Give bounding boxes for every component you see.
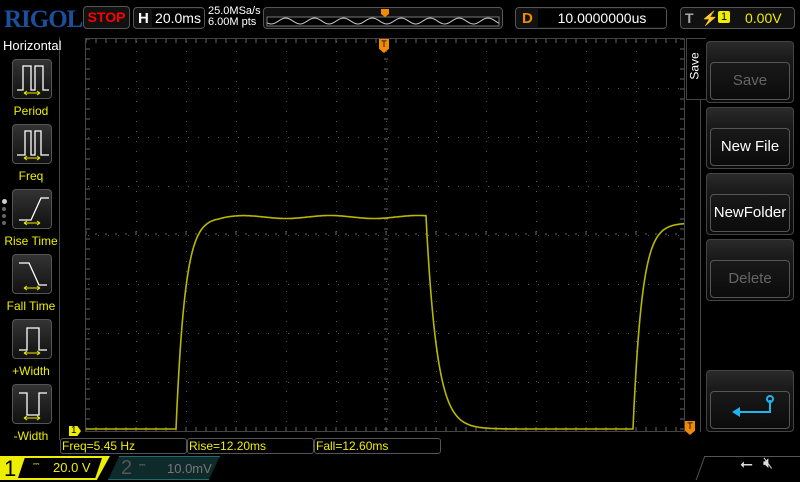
memory-overview[interactable] xyxy=(263,7,503,29)
save-menu-tab: Save xyxy=(686,38,706,100)
measure-label: Rise Time xyxy=(4,234,58,248)
period-icon xyxy=(17,65,49,96)
t-label: T xyxy=(685,10,694,26)
return-arrow-icon xyxy=(732,395,774,417)
trigger-level-marker[interactable]: T xyxy=(685,421,695,435)
delay-display[interactable]: D 10.0000000us xyxy=(515,7,667,29)
d-label: D xyxy=(522,10,533,27)
freq-icon xyxy=(17,130,49,161)
waveform-display xyxy=(85,38,685,431)
menu-page-indicator xyxy=(2,199,7,225)
run-stop-status[interactable]: STOP xyxy=(83,6,130,29)
ch1-status[interactable]: 1 ⎓ 20.0 V xyxy=(0,456,110,480)
measure--width-button[interactable] xyxy=(12,319,52,359)
measure-label: -Width xyxy=(13,429,49,443)
memory-depth: 6.00M pts xyxy=(208,16,257,28)
sound-muted-icon[interactable]: 🔇︎ xyxy=(763,455,773,473)
measure--width-button[interactable] xyxy=(12,384,52,424)
measure-label: +Width xyxy=(12,364,50,378)
fall-time-icon xyxy=(19,262,47,291)
ch1-ground-marker[interactable]: 1 xyxy=(69,426,81,436)
acquisition-info: 25.0MSa/s 6.00M pts xyxy=(208,6,261,28)
save-menu-title: Save xyxy=(687,52,702,80)
delay-value: 10.0000000us xyxy=(538,9,666,27)
dc-coupling-icon: ⎓ xyxy=(33,459,40,468)
measure-label: Fall Time xyxy=(6,299,56,313)
trigger-level: 0.00V xyxy=(745,10,782,26)
usb-icon: ⭠ xyxy=(740,456,753,473)
horizontal-measure-menu: Horizontal Period Freq Rise Time Fall Time +… xyxy=(0,37,62,443)
negative-width-icon xyxy=(19,392,47,421)
measurement-readout[interactable]: Fall=12.60ms xyxy=(314,438,441,454)
measure-period-button[interactable] xyxy=(12,59,52,99)
measurement-readout[interactable]: Freq=5.45 Hz xyxy=(60,438,187,454)
ch2-scale: 10.0mV xyxy=(167,461,212,476)
ch1-scale: 20.0 V xyxy=(53,460,91,475)
new-file-button[interactable]: New File xyxy=(706,107,794,169)
positive-width-icon xyxy=(19,327,47,356)
ch2-status[interactable]: 2 ⎓ 10.0mV xyxy=(108,456,220,480)
rising-edge-icon: ⚡ xyxy=(701,10,719,26)
rise-time-icon xyxy=(19,197,49,226)
rigol-logo: RIGOL xyxy=(4,6,83,33)
measure-rise-time-button[interactable] xyxy=(12,189,52,229)
ch1-number: 1 xyxy=(4,456,17,481)
trigger-display[interactable]: T ⚡ 1 0.00V xyxy=(680,7,795,29)
menu-divider xyxy=(700,99,701,432)
measure-label: Period xyxy=(13,104,49,118)
newfolder-button[interactable]: NewFolder xyxy=(706,173,794,235)
horizontal-timebase[interactable]: H 20.0ms xyxy=(133,7,205,29)
trigger-source: 1 xyxy=(718,11,731,23)
ch2-number: 2 xyxy=(121,457,133,479)
measure-freq-button[interactable] xyxy=(12,124,52,164)
waveform-grid[interactable] xyxy=(85,38,685,432)
measure-label: Freq xyxy=(18,169,44,183)
save-button[interactable]: Save xyxy=(706,41,794,103)
back-button[interactable] xyxy=(706,370,794,432)
h-label: H xyxy=(138,10,149,27)
trigger-position-icon xyxy=(381,9,389,17)
ch1-trace xyxy=(86,214,685,430)
timebase-value: 20.0ms xyxy=(152,9,204,27)
memory-waveform-icon xyxy=(266,9,500,27)
measurement-readout[interactable]: Rise=12.20ms xyxy=(187,438,314,454)
dc-coupling-icon: ⎓ xyxy=(139,460,146,469)
menu-title: Horizontal xyxy=(3,38,62,53)
delete-button[interactable]: Delete xyxy=(706,239,794,301)
measure-fall-time-button[interactable] xyxy=(12,254,52,294)
